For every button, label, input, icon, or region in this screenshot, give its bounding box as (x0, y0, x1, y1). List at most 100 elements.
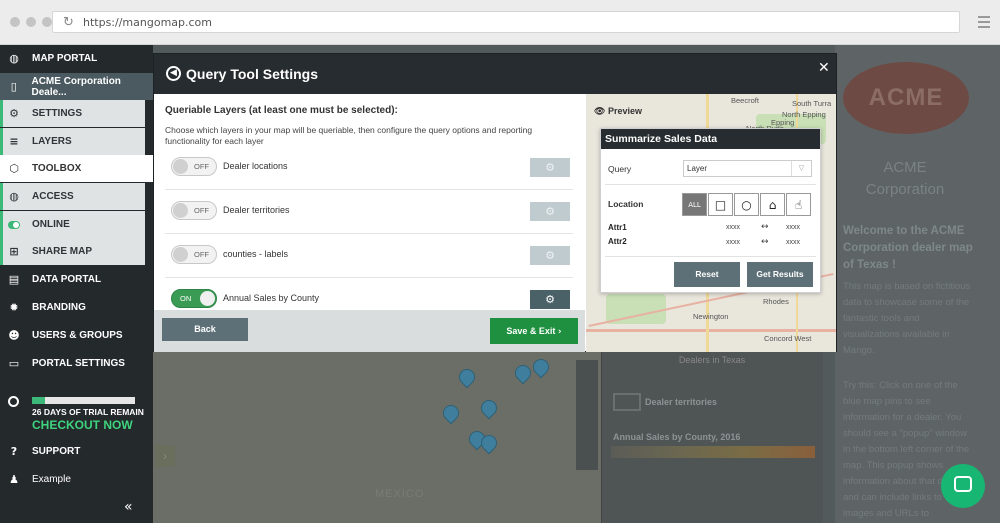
map-label-mexico: MEXICO (375, 488, 425, 500)
sidebar-item-label: Example (32, 474, 71, 485)
welcome-heading: Welcome to the ACME Corporation dealer m… (843, 225, 973, 271)
sidebar-item-label: SETTINGS (32, 108, 83, 119)
layer-toggle[interactable]: OFF (171, 157, 217, 176)
attr1-from[interactable]: xxxx (726, 224, 740, 231)
sidebar-item-data-portal[interactable]: ▤ DATA PORTAL (0, 266, 153, 293)
sidebar-item-current-map[interactable]: ▯ ACME Corporation Deale... (0, 73, 153, 100)
browser-menu-icon[interactable] (978, 16, 990, 31)
sidebar-item-map-portal[interactable]: ◍ MAP PORTAL (0, 45, 153, 72)
address-bar[interactable]: ↻ https://mangomap.com (52, 11, 960, 33)
reload-icon[interactable]: ↻ (63, 15, 74, 30)
map-place-label: Rhodes (763, 297, 789, 306)
attr2-from[interactable]: xxxx (726, 239, 740, 246)
divider (605, 256, 816, 257)
preview-pane: Beecroft South Turra North Epping Epping… (586, 94, 836, 352)
user-icon: ♟ (9, 473, 19, 486)
attr2-to[interactable]: xxxx (786, 239, 800, 246)
sidebar: ◍ MAP PORTAL ▯ ACME Corporation Deale... ⚙… (0, 45, 153, 523)
polygon-tool-icon[interactable]: ⌂ (760, 193, 785, 216)
rectangle-tool-icon[interactable]: □ (708, 193, 733, 216)
laptop-icon: ▭ (8, 357, 20, 370)
sidebar-item-users-groups[interactable]: ☻ USERS & GROUPS (0, 322, 153, 349)
globe-icon: ◍ (9, 190, 19, 203)
share-icon: ⊞ (9, 245, 19, 258)
back-arrow-icon[interactable]: ◀ (166, 66, 181, 81)
layer-name: Annual Sales by County (223, 293, 320, 303)
divider (605, 184, 816, 185)
layer-toggle[interactable]: OFF (171, 201, 217, 220)
sidebar-item-label: DATA PORTAL (32, 274, 102, 285)
sidebar-item-portal-settings[interactable]: ▭ PORTAL SETTINGS (0, 350, 153, 377)
layer-settings-gear-button[interactable]: ⚙ (530, 158, 570, 177)
trial-progress-fill (32, 397, 46, 404)
sidebar-item-label: ACCESS (32, 191, 74, 202)
preview-label: 👁 Preview (594, 106, 642, 117)
attr1-to[interactable]: xxxx (786, 224, 800, 231)
range-arrow-icon: ↔ (761, 222, 769, 232)
toggle-state-label: ON (180, 294, 192, 303)
attr1-label: Attr1 (608, 223, 627, 232)
close-icon[interactable]: ✕ (818, 60, 830, 76)
get-results-button[interactable]: Get Results (747, 262, 813, 287)
map-place-label: Newington (693, 312, 729, 321)
sidebar-item-share-map[interactable]: ⊞ SHARE MAP (0, 238, 145, 265)
url-text[interactable]: https://mangomap.com (83, 16, 212, 29)
attr2-label: Attr2 (608, 237, 627, 246)
sidebar-item-label: PORTAL SETTINGS (32, 358, 125, 369)
company-name-line1: ACME (883, 159, 927, 176)
chat-launcher-button[interactable] (941, 464, 985, 508)
sidebar-item-layers[interactable]: ≡ LAYERS (0, 128, 145, 155)
back-button[interactable]: Back (162, 318, 248, 341)
checkout-link[interactable]: CHECKOUT NOW (32, 418, 133, 432)
reset-button[interactable]: Reset (674, 262, 740, 287)
query-label: Query (608, 164, 632, 174)
sidebar-item-online[interactable]: ONLINE (0, 211, 145, 238)
sidebar-item-access[interactable]: ◍ ACCESS (0, 183, 145, 210)
save-exit-button[interactable]: Save & Exit › (490, 318, 578, 344)
layer-toggle[interactable]: OFF (171, 245, 217, 264)
window-controls (10, 17, 52, 27)
map-pan-left-icon[interactable]: › (155, 445, 175, 467)
database-icon: ▤ (8, 273, 20, 286)
map-icon: ▯ (10, 80, 17, 93)
clock-icon (8, 396, 19, 407)
dialog-title: Query Tool Settings (186, 66, 318, 82)
maximize-window-dot[interactable] (42, 17, 52, 27)
close-window-dot[interactable] (10, 17, 20, 27)
sidebar-item-account[interactable]: ♟ Example (0, 466, 153, 493)
sidebar-item-label: USERS & GROUPS (32, 330, 123, 341)
toggle-state-label: OFF (194, 206, 209, 215)
layer-toggle[interactable]: ON (171, 289, 217, 308)
sidebar-item-toolbox[interactable]: ⬡ TOOLBOX (0, 155, 153, 182)
dialog-footer: Back Save & Exit › (154, 310, 585, 352)
select-all-button[interactable]: ALL (682, 193, 707, 216)
map-road (586, 329, 836, 332)
users-icon: ☻ (8, 329, 20, 342)
sidebar-item-label: TOOLBOX (32, 163, 82, 174)
layer-settings-gear-button[interactable]: ⚙ (530, 290, 570, 309)
layer-row: OFF Dealer locations ⚙ (165, 146, 573, 190)
preview-label-text: Preview (607, 106, 642, 116)
location-label: Location (608, 199, 644, 209)
hand-point-icon[interactable]: ☝ (786, 193, 811, 216)
logo-text: ACME (868, 84, 944, 111)
layer-settings-gear-button[interactable]: ⚙ (530, 202, 570, 221)
sidebar-item-label: ACME Corporation Deale... (31, 75, 121, 98)
layers-icon: ≡ (9, 135, 19, 148)
minimize-window-dot[interactable] (26, 17, 36, 27)
layer-settings-gear-button[interactable]: ⚙ (530, 246, 570, 265)
sidebar-item-support[interactable]: ? SUPPORT (0, 438, 153, 465)
map-tool-strip[interactable] (576, 360, 598, 470)
layers-config-pane: Queriable Layers (at least one must be s… (154, 94, 585, 310)
summarize-panel-title: Summarize Sales Data (601, 129, 820, 149)
sidebar-item-label: ONLINE (32, 219, 70, 230)
queriable-layers-heading: Queriable Layers (at least one must be s… (165, 105, 398, 116)
circle-tool-icon[interactable]: ○ (734, 193, 759, 216)
sidebar-item-settings[interactable]: ⚙ SETTINGS (0, 100, 145, 127)
sidebar-item-branding[interactable]: ✹ BRANDING (0, 294, 153, 321)
toggle-state-label: OFF (194, 162, 209, 171)
summarize-panel: Summarize Sales Data Query Layer ▽ Locat… (600, 128, 821, 293)
query-select[interactable]: Layer ▽ (683, 160, 812, 177)
collapse-sidebar-icon[interactable]: « (124, 499, 133, 515)
toggle-icon (8, 219, 20, 231)
